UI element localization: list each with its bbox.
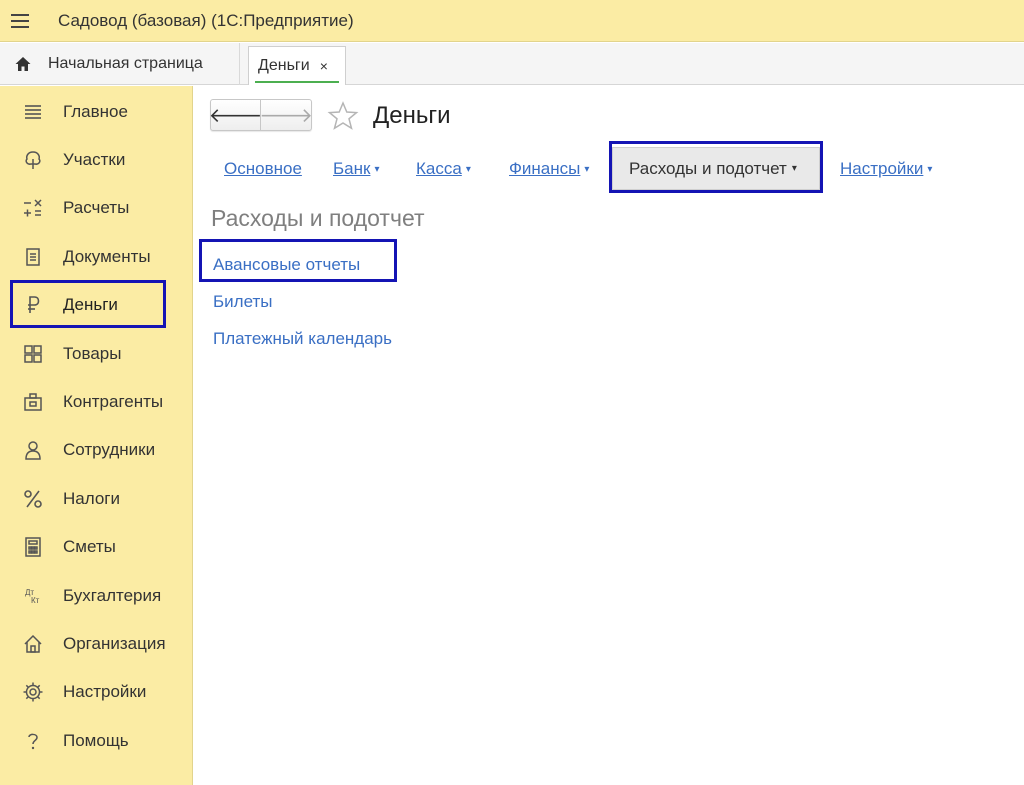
sidebar-item-documents[interactable]: Документы [0, 233, 193, 281]
page-title: Деньги [373, 102, 451, 129]
menu-bank[interactable]: Банк ▾ [333, 159, 379, 179]
sidebar-item-label: Расчеты [63, 198, 130, 217]
sidebar-item-label: Деньги [63, 295, 118, 314]
back-arrow-icon[interactable]: 🡐 [209, 100, 262, 130]
percent-icon [20, 486, 46, 512]
chevron-down-icon: ▾ [927, 164, 933, 175]
sidebar-item-organization[interactable]: Организация [0, 620, 193, 668]
sidebar-item-calculations[interactable]: Расчеты [0, 184, 193, 232]
sidebar-item-employees[interactable]: Сотрудники [0, 426, 193, 474]
svg-text:Кт: Кт [31, 596, 40, 605]
sidebar-item-settings[interactable]: Настройки [0, 668, 193, 716]
sidebar-item-label: Сотрудники [63, 440, 156, 459]
tab-home-label: Начальная страница [48, 55, 203, 72]
sidebar: Главное Участки Расчеты Документы Деньги… [0, 86, 193, 785]
ruble-icon [20, 292, 46, 318]
sidebar-item-label: Помощь [63, 731, 129, 750]
menu-lines-icon [20, 99, 46, 125]
sidebar-item-taxes[interactable]: Налоги [0, 475, 193, 523]
calculator-icon [20, 534, 46, 560]
link-advance-reports[interactable]: Авансовые отчеты [213, 255, 360, 275]
question-icon [20, 728, 46, 754]
app-title: Садовод (базовая) (1С:Предприятие) [58, 10, 354, 30]
dt-kt-icon: Дт Кт [20, 583, 46, 609]
chevron-down-icon: ▾ [465, 164, 471, 175]
gear-icon [20, 679, 46, 705]
person-icon [20, 437, 46, 463]
sidebar-item-estimates[interactable]: Сметы [0, 523, 193, 571]
sidebar-item-label: Налоги [63, 489, 120, 508]
briefcase-icon [20, 389, 46, 415]
sidebar-item-counterparties[interactable]: Контрагенты [0, 378, 193, 426]
home-icon [15, 57, 31, 71]
sidebar-item-help[interactable]: Помощь [0, 717, 193, 765]
section-title: Расходы и подотчет [211, 205, 425, 231]
sidebar-item-label: Бухгалтерия [63, 586, 162, 605]
tree-icon [20, 147, 46, 173]
chevron-down-icon: ▾ [791, 163, 797, 174]
tab-money[interactable]: Деньги × [248, 46, 346, 85]
menu-label: Настройки [840, 159, 924, 178]
sidebar-item-label: Контрагенты [63, 392, 164, 411]
tab-home[interactable]: Начальная страница [0, 43, 240, 85]
close-icon[interactable]: × [320, 58, 328, 74]
document-icon [20, 244, 46, 270]
tab-bar: Начальная страница Деньги × [0, 43, 1024, 85]
house-icon [20, 631, 46, 657]
main-content: 🡐 🡒 Деньги Основное Банк ▾ Касса ▾ Финансы… [194, 86, 1024, 785]
history-nav: 🡐 🡒 [209, 99, 313, 131]
chevron-down-icon: ▾ [584, 164, 590, 175]
title-bar: Садовод (базовая) (1С:Предприятие) [0, 0, 1024, 42]
sidebar-item-main[interactable]: Главное [0, 88, 193, 136]
main-menu-icon[interactable] [0, 0, 40, 42]
menu-main[interactable]: Основное [224, 159, 302, 179]
tab-money-label: Деньги [258, 57, 310, 74]
sidebar-item-label: Участки [63, 150, 126, 169]
menu-label: Банк [333, 159, 371, 178]
link-tickets[interactable]: Билеты [213, 292, 272, 312]
sidebar-item-label: Настройки [63, 682, 147, 701]
menu-finance[interactable]: Финансы ▾ [509, 159, 589, 179]
sidebar-item-goods[interactable]: Товары [0, 330, 193, 378]
forward-arrow-icon[interactable]: 🡒 [259, 100, 313, 130]
menu-label: Финансы [509, 159, 581, 178]
sidebar-item-label: Главное [63, 102, 128, 121]
menu-expenses-active[interactable]: Расходы и подотчет ▾ [612, 147, 820, 190]
sidebar-item-plots[interactable]: Участки [0, 136, 193, 184]
calc-signs-icon [20, 195, 46, 221]
menu-label: Касса [416, 159, 462, 178]
sidebar-item-accounting[interactable]: Дт Кт Бухгалтерия [0, 572, 193, 620]
link-payment-calendar[interactable]: Платежный календарь [213, 329, 392, 349]
menu-label: Расходы и подотчет [629, 158, 787, 178]
sidebar-item-money[interactable]: Деньги [0, 281, 193, 329]
menu-settings[interactable]: Настройки ▾ [840, 159, 932, 179]
favorite-star-icon[interactable] [327, 100, 359, 132]
goods-grid-icon [20, 341, 46, 367]
chevron-down-icon: ▾ [374, 164, 380, 175]
menu-cash[interactable]: Касса ▾ [416, 159, 471, 179]
sidebar-item-label: Сметы [63, 537, 116, 556]
sidebar-item-label: Товары [63, 344, 122, 363]
sidebar-item-label: Документы [63, 247, 151, 266]
menu-label: Основное [224, 159, 302, 178]
sidebar-item-label: Организация [63, 634, 166, 653]
